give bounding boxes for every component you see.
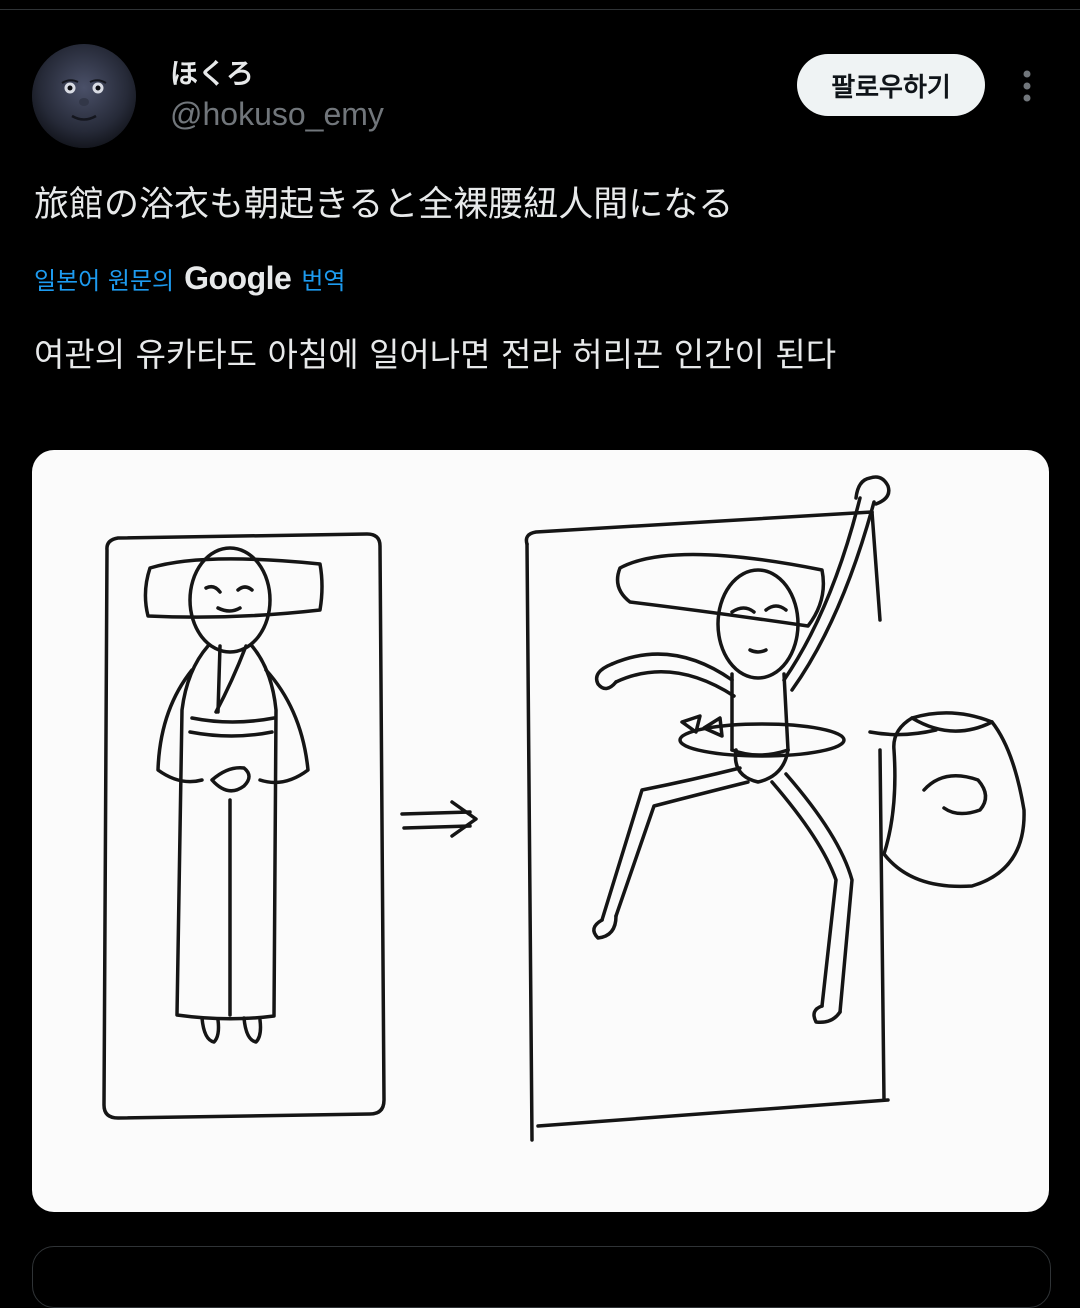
tweet-text: 旅館の浴衣も朝起きると全裸腰紐人間になる: [34, 185, 734, 225]
drawing-illustration: [102, 475, 1026, 1142]
avatar[interactable]: [32, 44, 136, 148]
full-moon-face-icon: [32, 44, 136, 148]
more-vertical-icon: [1023, 70, 1031, 102]
translation-suffix: 번역: [301, 266, 346, 295]
quote-card-edge[interactable]: [32, 1246, 1051, 1308]
more-options-button[interactable]: [1006, 62, 1048, 110]
tweet-image[interactable]: [32, 450, 1049, 1212]
translation-attribution[interactable]: 일본어 원문의 Google 번역: [34, 256, 346, 300]
follow-button[interactable]: 팔로우하기: [797, 54, 985, 116]
google-logo: Google: [184, 259, 292, 296]
display-name[interactable]: ほくろ: [170, 52, 254, 92]
translation-prefix: 일본어 원문의: [34, 266, 175, 295]
translated-text: 여관의 유카타도 아침에 일어나면 전라 허리끈 인간이 된다: [34, 335, 837, 374]
user-handle[interactable]: @hokuso_emy: [170, 96, 384, 133]
top-divider: [0, 0, 1080, 10]
